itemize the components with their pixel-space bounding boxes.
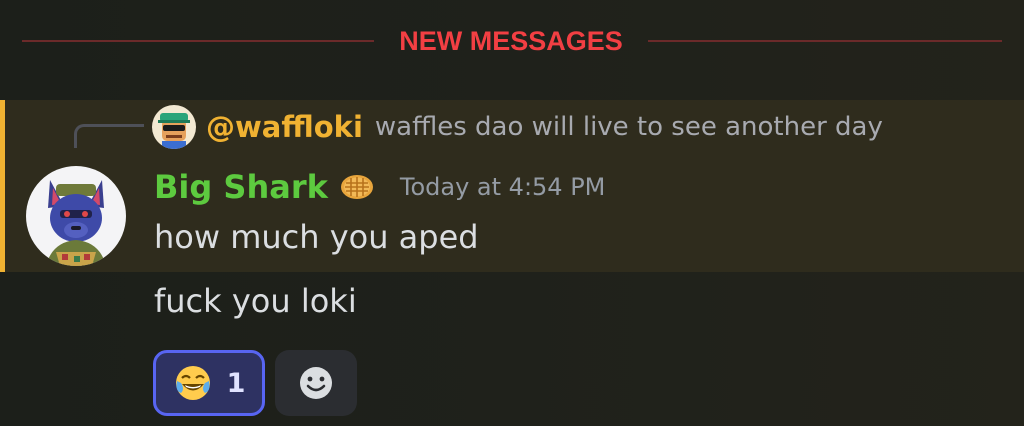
waffle-icon [340, 175, 373, 199]
mention-highlight-bar [0, 100, 5, 272]
joy-emoji-icon [175, 366, 210, 400]
message-header: Big Shark Today at 4:54 PM [154, 162, 605, 212]
reaction-joy[interactable]: 1 [153, 350, 265, 416]
divider-line-left [22, 40, 374, 42]
author-avatar[interactable] [26, 166, 126, 266]
divider-line-right [648, 40, 1002, 42]
reply-avatar[interactable] [152, 105, 196, 149]
add-reaction-button[interactable] [275, 350, 357, 416]
reactions-bar: 1 [153, 350, 357, 416]
new-messages-label: NEW MESSAGES [399, 26, 623, 56]
reaction-count: 1 [226, 367, 246, 399]
add-reaction-icon [300, 367, 332, 399]
message-timestamp[interactable]: Today at 4:54 PM [400, 173, 606, 201]
reply-author[interactable]: @waffloki [206, 110, 363, 144]
message-text: how much you aped [154, 218, 479, 256]
new-messages-divider: NEW MESSAGES [22, 22, 1002, 60]
message-text: fuck you loki [154, 282, 357, 320]
reply-preview-text[interactable]: waffles dao will live to see another day [375, 112, 883, 142]
author-username[interactable]: Big Shark [154, 168, 328, 206]
reply-connector [74, 124, 144, 148]
replied-message[interactable]: @waffloki waffles dao will live to see a… [152, 104, 883, 150]
